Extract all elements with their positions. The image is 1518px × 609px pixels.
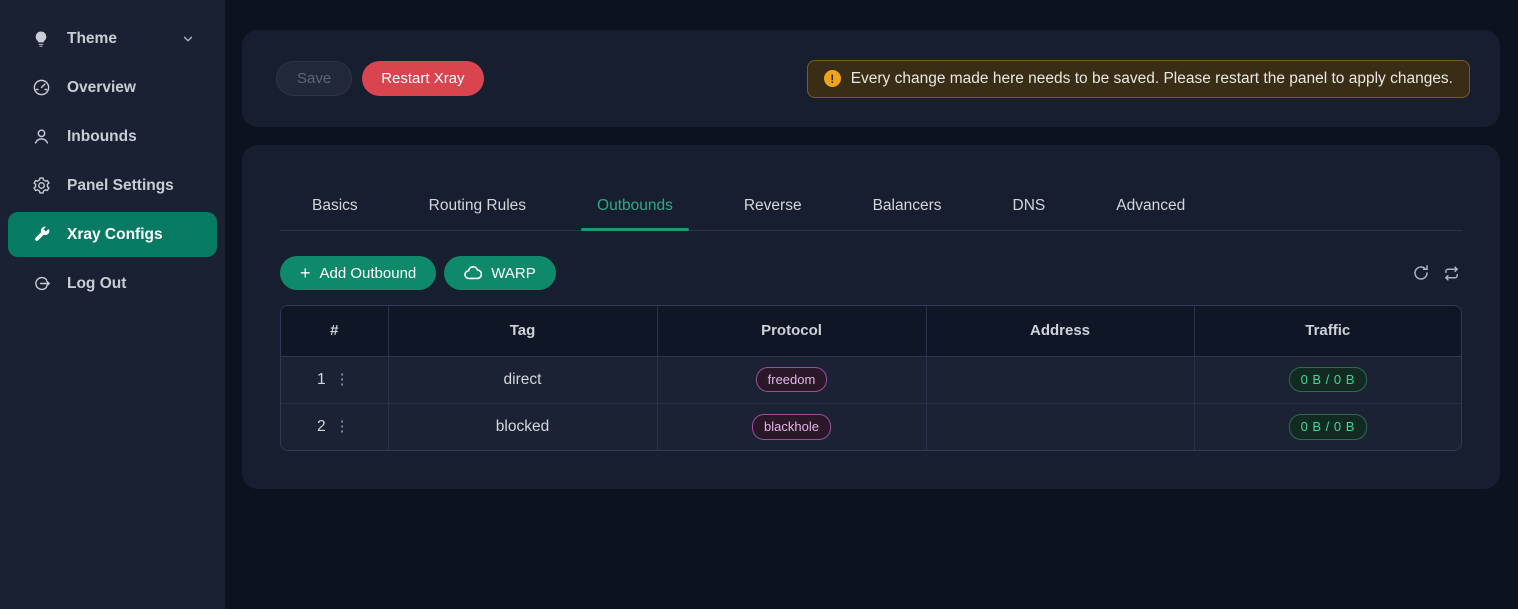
row-menu-icon[interactable]: ⋮: [333, 417, 352, 436]
table-row: 2 ⋮ blocked blackhole 0 B / 0 B: [281, 403, 1461, 450]
xray-configs-card: Basics Routing Rules Outbounds Reverse B…: [242, 145, 1500, 489]
add-outbound-button[interactable]: + Add Outbound: [280, 256, 436, 290]
cloud-icon: [464, 266, 482, 280]
warp-label: WARP: [491, 265, 535, 282]
outbounds-table: # Tag Protocol Address Traffic 1: [280, 305, 1462, 451]
tab-reverse[interactable]: Reverse: [728, 187, 818, 230]
row-tag: blocked: [388, 403, 657, 450]
tab-bar: Basics Routing Rules Outbounds Reverse B…: [280, 145, 1462, 231]
table-tools: [1410, 262, 1462, 284]
traffic-badge: 0 B / 0 B: [1289, 414, 1367, 440]
column-header-protocol: Protocol: [657, 306, 926, 356]
protocol-badge: freedom: [756, 367, 828, 393]
dashboard-icon: [30, 77, 52, 99]
tab-basics[interactable]: Basics: [296, 187, 374, 230]
repeat-icon[interactable]: [1440, 262, 1462, 284]
protocol-badge: blackhole: [752, 414, 831, 440]
add-outbound-label: Add Outbound: [320, 265, 417, 282]
tab-dns[interactable]: DNS: [997, 187, 1062, 230]
gear-icon: [30, 175, 52, 197]
column-header-traffic: Traffic: [1194, 306, 1461, 356]
row-address: [926, 356, 1194, 403]
app-window: Theme Overview Inbounds Panel Settings: [0, 0, 1518, 609]
sidebar-item-overview[interactable]: Overview: [8, 65, 217, 110]
alert-text: Every change made here needs to be saved…: [851, 70, 1453, 88]
save-button[interactable]: Save: [276, 61, 352, 96]
sidebar: Theme Overview Inbounds Panel Settings: [0, 0, 225, 609]
table-header-row: # Tag Protocol Address Traffic: [281, 306, 1461, 356]
row-address: [926, 403, 1194, 450]
sidebar-item-xray-configs[interactable]: Xray Configs: [8, 212, 217, 257]
traffic-badge: 0 B / 0 B: [1289, 367, 1367, 393]
sidebar-item-label: Xray Configs: [67, 226, 163, 244]
warp-button[interactable]: WARP: [444, 256, 555, 290]
table-row: 1 ⋮ direct freedom 0 B / 0 B: [281, 356, 1461, 403]
sidebar-item-label: Panel Settings: [67, 177, 174, 195]
row-menu-icon[interactable]: ⋮: [333, 370, 352, 389]
sidebar-item-label: Inbounds: [67, 128, 137, 146]
logout-icon: [30, 273, 52, 295]
tab-balancers[interactable]: Balancers: [857, 187, 958, 230]
sidebar-item-log-out[interactable]: Log Out: [8, 261, 217, 306]
column-header-tag: Tag: [388, 306, 657, 356]
tab-routing-rules[interactable]: Routing Rules: [413, 187, 542, 230]
plus-icon: +: [300, 264, 311, 282]
row-tag: direct: [388, 356, 657, 403]
sidebar-item-label: Log Out: [67, 275, 126, 293]
sidebar-item-label: Overview: [67, 79, 136, 97]
column-header-address: Address: [926, 306, 1194, 356]
sidebar-item-inbounds[interactable]: Inbounds: [8, 114, 217, 159]
toolbar-card: Save Restart Xray ! Every change made he…: [242, 30, 1500, 127]
column-header-index: #: [281, 306, 388, 356]
actions-row: + Add Outbound WARP: [280, 256, 1462, 290]
main-content: Save Restart Xray ! Every change made he…: [225, 0, 1518, 609]
row-index: 1: [317, 371, 326, 389]
sidebar-item-panel-settings[interactable]: Panel Settings: [8, 163, 217, 208]
bulb-icon: [30, 28, 52, 50]
wrench-icon: [30, 224, 52, 246]
chevron-down-icon: [181, 32, 195, 46]
refresh-icon[interactable]: [1410, 262, 1432, 284]
warning-icon: !: [824, 70, 841, 87]
row-index: 2: [317, 418, 326, 436]
tab-outbounds[interactable]: Outbounds: [581, 187, 689, 230]
user-icon: [30, 126, 52, 148]
unsaved-changes-alert: ! Every change made here needs to be sav…: [807, 60, 1470, 98]
restart-xray-button[interactable]: Restart Xray: [362, 61, 483, 96]
tab-advanced[interactable]: Advanced: [1100, 187, 1201, 230]
sidebar-item-label: Theme: [67, 30, 117, 48]
sidebar-item-theme[interactable]: Theme: [8, 16, 217, 61]
